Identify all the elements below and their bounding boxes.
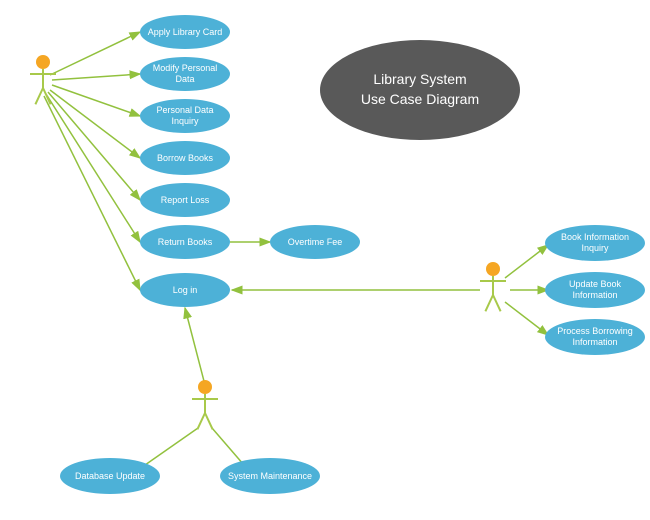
usecase-report: Report Loss (140, 183, 230, 217)
title-line1: Library System (361, 70, 479, 90)
usecase-return: Return Books (140, 225, 230, 259)
actor-cataloger (478, 262, 508, 317)
usecase-bookinfo: Book Information Inquiry (545, 225, 645, 261)
title-line2: Use Case Diagram (361, 90, 479, 110)
usecase-login: Log in (140, 273, 230, 307)
usecase-overtime: Overtime Fee (270, 225, 360, 259)
usecase-dbupdate: Database Update (60, 458, 160, 494)
usecase-modify: Modify Personal Data (140, 57, 230, 91)
usecase-process: Process Borrowing Information (545, 319, 645, 355)
usecase-apply: Apply Library Card (140, 15, 230, 49)
diagram-title: Library System Use Case Diagram (320, 40, 520, 140)
usecase-borrow: Borrow Books (140, 141, 230, 175)
usecase-updatebook: Update Book Information (545, 272, 645, 308)
usecase-sysmaint: System Maintenance (220, 458, 320, 494)
actor-admin (190, 380, 220, 435)
usecase-inquiry: Personal Data Inquiry (140, 99, 230, 133)
actor-member (28, 55, 58, 110)
